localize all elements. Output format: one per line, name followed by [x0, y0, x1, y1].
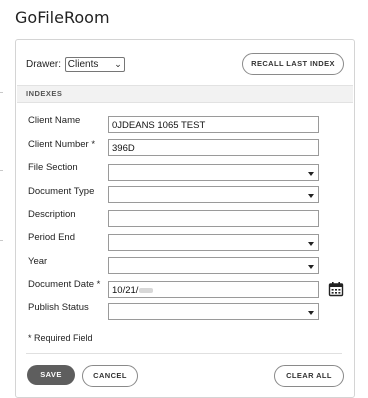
client-number-input[interactable]: 396D	[108, 139, 319, 156]
backdrop-divider	[0, 170, 3, 171]
publish-status-select[interactable]	[108, 303, 319, 320]
document-type-label: Document Type	[28, 186, 95, 197]
chevron-down-icon	[308, 194, 314, 198]
backdrop	[0, 0, 14, 398]
index-form-panel: Drawer: Clients ⌄ RECALL LAST INDEX INDE…	[15, 39, 355, 398]
required-field-note: * Required Field	[28, 333, 93, 343]
period-end-select[interactable]	[108, 234, 319, 251]
document-date-value: 10/21/	[112, 285, 139, 296]
chevron-down-icon	[308, 311, 314, 315]
document-date-label: Document Date *	[28, 279, 101, 290]
backdrop-divider	[0, 92, 3, 93]
redacted-year	[139, 287, 154, 293]
description-label: Description	[28, 209, 76, 220]
save-button[interactable]: SAVE	[27, 365, 75, 385]
cancel-button[interactable]: CANCEL	[82, 365, 138, 387]
client-name-label: Client Name	[28, 115, 81, 126]
calendar-icon[interactable]	[328, 281, 344, 297]
indexes-section-header: INDEXES	[17, 85, 353, 103]
indexes-section-title: INDEXES	[26, 89, 63, 98]
client-number-label: Client Number *	[28, 139, 96, 150]
description-input[interactable]	[108, 210, 319, 227]
chevron-down-icon	[308, 265, 314, 269]
chevron-down-icon: ⌄	[114, 59, 122, 69]
drawer-row: Drawer: Clients ⌄	[26, 57, 125, 72]
app-title: GoFileRoom	[15, 8, 110, 27]
chevron-down-icon	[308, 172, 314, 176]
drawer-selected-value: Clients	[67, 59, 99, 70]
client-name-input[interactable]: 0JDEANS 1065 TEST	[108, 116, 319, 133]
recall-last-index-button[interactable]: RECALL LAST INDEX	[242, 53, 344, 75]
publish-status-label: Publish Status	[28, 302, 89, 313]
footer-divider	[26, 353, 342, 354]
clear-all-button[interactable]: CLEAR ALL	[274, 365, 344, 387]
backdrop-divider	[0, 240, 3, 241]
drawer-select[interactable]: Clients ⌄	[64, 57, 125, 72]
chevron-down-icon	[308, 242, 314, 246]
period-end-label: Period End	[28, 232, 76, 243]
document-type-select[interactable]	[108, 186, 319, 203]
drawer-label: Drawer:	[26, 59, 62, 70]
year-label: Year	[28, 256, 48, 267]
year-select[interactable]	[108, 257, 319, 274]
document-date-input[interactable]: 10/21/	[108, 281, 319, 298]
file-section-label: File Section	[28, 162, 78, 173]
file-section-select[interactable]	[108, 164, 319, 181]
